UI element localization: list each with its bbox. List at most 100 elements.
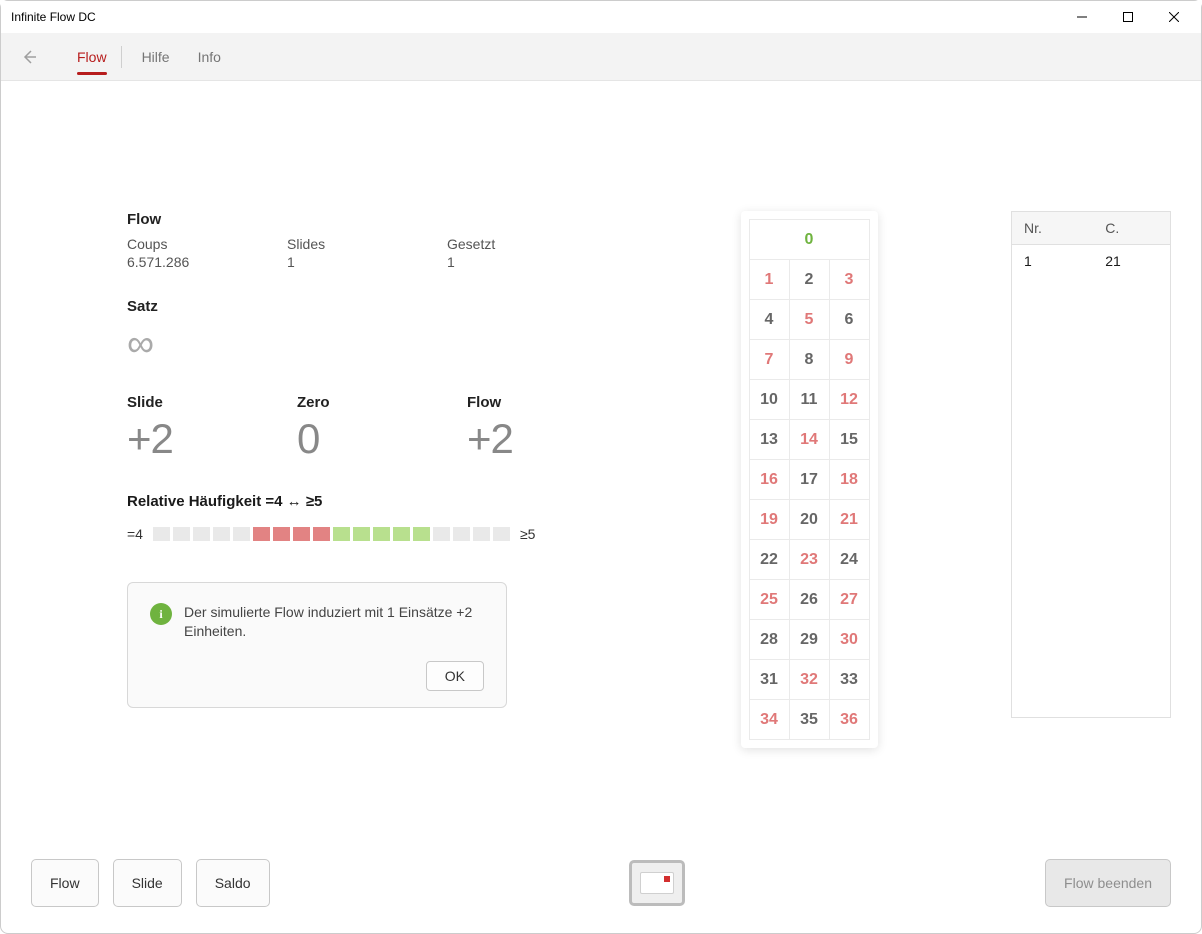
board-cell-20[interactable]: 20 [789, 500, 829, 540]
close-icon [1169, 12, 1179, 22]
freq-cell [313, 527, 330, 541]
freq-cell [493, 527, 510, 541]
satz-infinity-icon: ∞ [127, 323, 607, 366]
freq-cell [213, 527, 230, 541]
minimize-icon [1077, 12, 1087, 22]
info-icon: i [150, 603, 172, 625]
board-cell-32[interactable]: 32 [789, 660, 829, 700]
freq-title: Relative Häufigkeit =4 ↔ ≥5 [127, 493, 607, 510]
metric-slide-label: Slide [127, 394, 257, 411]
flow-end-button[interactable]: Flow beenden [1045, 859, 1171, 907]
metric-slide-value: +2 [127, 415, 257, 463]
metric-flow-value: +2 [467, 415, 597, 463]
freq-cell [413, 527, 430, 541]
board-cell-18[interactable]: 18 [829, 460, 869, 500]
freq-cell [433, 527, 450, 541]
board-cell-25[interactable]: 25 [749, 580, 789, 620]
board-cell-15[interactable]: 15 [829, 420, 869, 460]
number-board-panel: 0123456789101112131415161718192021222324… [741, 211, 878, 748]
main-content: Flow Coups 6.571.286 Slides 1 Gesetzt 1 … [1, 81, 1201, 859]
board-cell-7[interactable]: 7 [749, 340, 789, 380]
board-cell-24[interactable]: 24 [829, 540, 869, 580]
minimize-button[interactable] [1059, 1, 1105, 33]
top-nav-bar: Flow Hilfe Info [1, 33, 1201, 81]
freq-cell [293, 527, 310, 541]
coups-value: 6.571.286 [127, 254, 247, 270]
number-board: 0123456789101112131415161718192021222324… [749, 219, 870, 740]
close-button[interactable] [1151, 1, 1197, 33]
nav-tab-flow[interactable]: Flow [63, 33, 121, 81]
freq-cell [253, 527, 270, 541]
board-cell-33[interactable]: 33 [829, 660, 869, 700]
board-cell-8[interactable]: 8 [789, 340, 829, 380]
freq-cell [473, 527, 490, 541]
board-cell-3[interactable]: 3 [829, 260, 869, 300]
board-cell-9[interactable]: 9 [829, 340, 869, 380]
record-dot-icon [664, 876, 670, 882]
maximize-icon [1123, 12, 1133, 22]
board-cell-11[interactable]: 11 [789, 380, 829, 420]
window-titlebar: Infinite Flow DC [1, 1, 1201, 33]
record-icon [640, 872, 674, 894]
board-cell-31[interactable]: 31 [749, 660, 789, 700]
board-cell-23[interactable]: 23 [789, 540, 829, 580]
freq-cell [173, 527, 190, 541]
board-cell-13[interactable]: 13 [749, 420, 789, 460]
board-cell-36[interactable]: 36 [829, 700, 869, 740]
board-cell-4[interactable]: 4 [749, 300, 789, 340]
board-cell-16[interactable]: 16 [749, 460, 789, 500]
freq-cell [153, 527, 170, 541]
freq-bar [153, 527, 510, 541]
board-cell-10[interactable]: 10 [749, 380, 789, 420]
dialog-text: Der simulierte Flow induziert mit 1 Eins… [184, 603, 484, 641]
satz-section-title: Satz [127, 298, 607, 315]
flow-section-title: Flow [127, 211, 607, 228]
board-cell-12[interactable]: 12 [829, 380, 869, 420]
board-cell-22[interactable]: 22 [749, 540, 789, 580]
nav-tabs: Flow Hilfe Info [63, 33, 235, 81]
board-cell-21[interactable]: 21 [829, 500, 869, 540]
board-cell-17[interactable]: 17 [789, 460, 829, 500]
record-button[interactable] [629, 860, 685, 906]
history-cell-nr: 1 [1012, 245, 1094, 278]
freq-cell [453, 527, 470, 541]
back-button[interactable] [19, 47, 39, 67]
board-cell-5[interactable]: 5 [789, 300, 829, 340]
board-cell-26[interactable]: 26 [789, 580, 829, 620]
history-col-c: C. [1093, 212, 1170, 245]
freq-cell [273, 527, 290, 541]
slides-value: 1 [287, 254, 407, 270]
board-cell-27[interactable]: 27 [829, 580, 869, 620]
maximize-button[interactable] [1105, 1, 1151, 33]
back-arrow-icon [20, 48, 38, 66]
coups-label: Coups [127, 236, 247, 252]
board-cell-35[interactable]: 35 [789, 700, 829, 740]
bottom-bar: Flow Slide Saldo Flow beenden [1, 859, 1201, 933]
board-cell-1[interactable]: 1 [749, 260, 789, 300]
freq-cell [333, 527, 350, 541]
board-cell-34[interactable]: 34 [749, 700, 789, 740]
bottom-saldo-button[interactable]: Saldo [196, 859, 270, 907]
freq-bar-row: =4 ≥5 [127, 526, 607, 542]
board-cell-30[interactable]: 30 [829, 620, 869, 660]
freq-cell [353, 527, 370, 541]
board-cell-19[interactable]: 19 [749, 500, 789, 540]
gesetzt-value: 1 [447, 254, 567, 270]
dialog-ok-button[interactable]: OK [426, 661, 484, 691]
board-cell-0[interactable]: 0 [749, 220, 869, 260]
board-cell-6[interactable]: 6 [829, 300, 869, 340]
nav-tab-hilfe[interactable]: Hilfe [128, 33, 184, 81]
board-cell-28[interactable]: 28 [749, 620, 789, 660]
metric-flow-label: Flow [467, 394, 597, 411]
bottom-slide-button[interactable]: Slide [113, 859, 182, 907]
freq-cell [393, 527, 410, 541]
freq-cell [373, 527, 390, 541]
left-panel: Flow Coups 6.571.286 Slides 1 Gesetzt 1 … [127, 211, 607, 748]
history-cell-c: 21 [1093, 245, 1170, 278]
board-cell-29[interactable]: 29 [789, 620, 829, 660]
nav-tab-info[interactable]: Info [184, 33, 235, 81]
board-cell-2[interactable]: 2 [789, 260, 829, 300]
board-cell-14[interactable]: 14 [789, 420, 829, 460]
bottom-flow-button[interactable]: Flow [31, 859, 99, 907]
history-col-nr: Nr. [1012, 212, 1094, 245]
